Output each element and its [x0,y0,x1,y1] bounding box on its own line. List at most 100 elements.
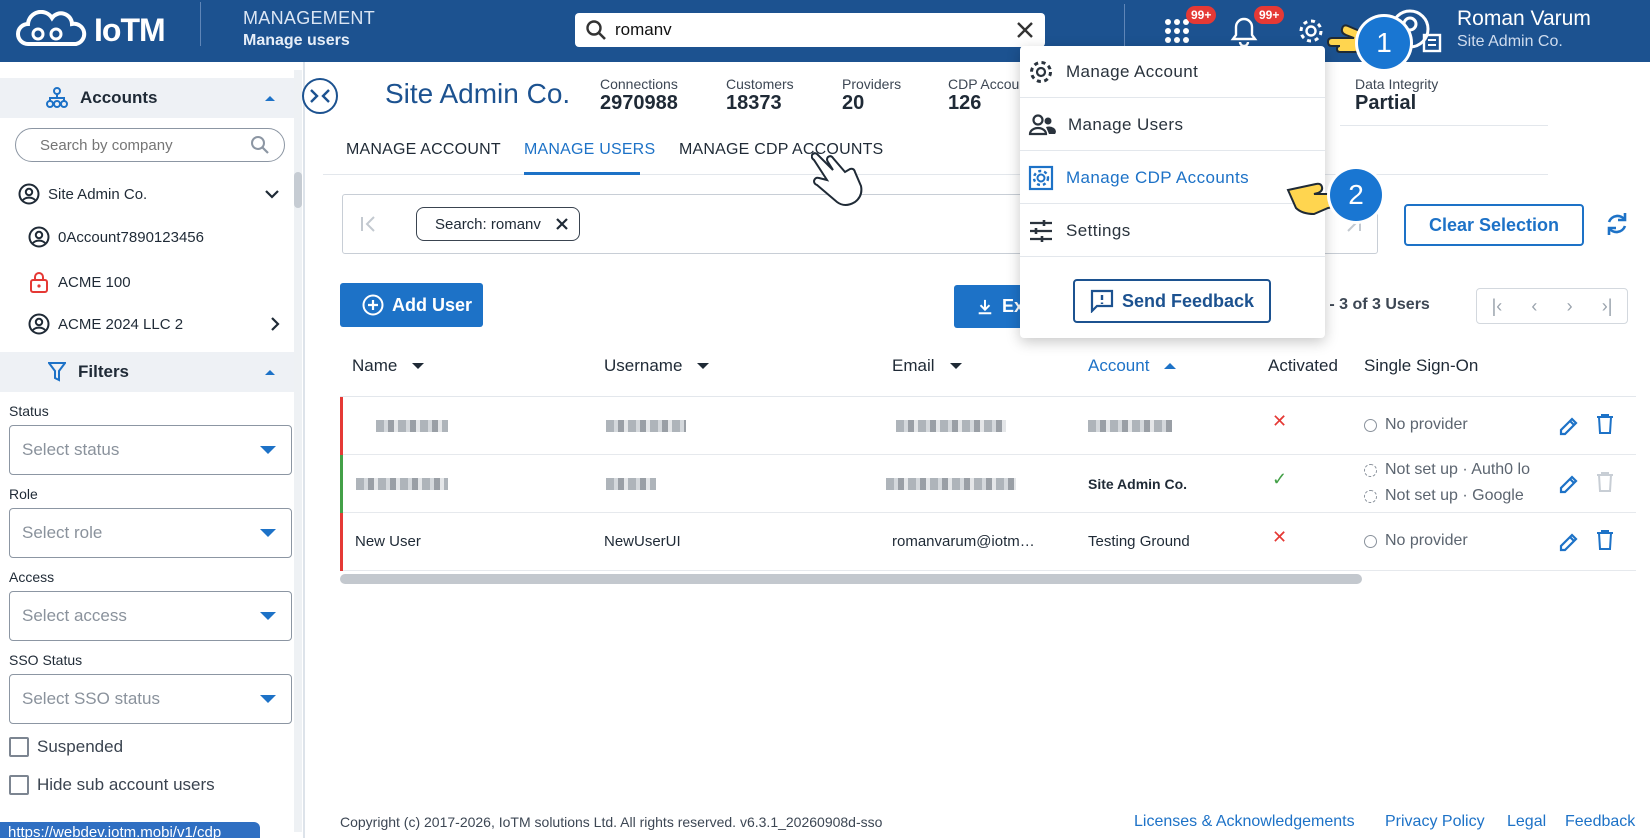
chevron-down-icon[interactable] [264,189,280,199]
feedback-link[interactable]: Feedback [1565,813,1635,831]
tab-manage-account[interactable]: MANAGE ACCOUNT [346,141,501,159]
account-label: Site Admin Co. [48,185,148,203]
collapse-up-icon [265,96,275,101]
table-row[interactable]: ✕ No provider [340,397,1636,455]
role-filter-label: Role [9,486,38,502]
menu-item-manage-cdp-accounts[interactable]: Manage CDP Accounts [1020,152,1325,204]
export-button[interactable]: Ex [954,285,1024,328]
sso-dot-icon [1364,534,1377,548]
legal-link[interactable]: Legal [1507,813,1546,831]
suspended-label: Suspended [37,737,124,756]
user-count: 1 - 3 of 3 Users [1316,296,1430,313]
last-page-icon[interactable]: ›| [1602,296,1613,317]
menu-item-manage-account[interactable]: Manage Account [1020,46,1325,98]
section-title: MANAGEMENT [243,8,376,28]
collapse-sidebar-button[interactable] [302,78,338,114]
redacted-name [376,420,448,432]
licenses-link[interactable]: Licenses & Acknowledgements [1134,813,1355,831]
company-search-input[interactable] [40,136,250,154]
add-user-button[interactable]: Add User [340,283,483,327]
global-search-input[interactable] [615,20,1015,40]
refresh-icon[interactable] [1604,210,1630,238]
role-select[interactable]: Select role [9,508,292,558]
clear-search-icon[interactable] [1015,20,1035,40]
edit-icon[interactable] [1558,415,1580,437]
menu-item-settings[interactable]: Settings [1020,205,1325,257]
tab-manage-users[interactable]: MANAGE USERS [524,141,655,159]
sliders-icon [1030,219,1052,242]
status-filter-label: Status [9,403,49,419]
column-header-account[interactable]: Account [1088,356,1177,376]
column-header-activated[interactable]: Activated [1268,356,1338,376]
global-search [575,13,1045,47]
account-label: 0Account7890123456 [58,228,204,246]
dropdown-arrow-icon [260,446,276,454]
delete-icon[interactable] [1596,413,1614,435]
table-row[interactable]: New User NewUserUI romanvarum@iotm… Test… [340,513,1636,571]
account-item[interactable]: 0Account7890123456 [28,226,204,248]
column-label: Username [604,356,683,375]
suspended-checkbox[interactable]: Suspended [9,737,123,757]
next-page-icon[interactable]: › [1567,296,1573,317]
accounts-section-header[interactable]: Accounts [0,78,296,118]
column-label: Name [352,356,398,375]
redacted-email [886,478,1016,490]
feedback-icon [1090,289,1114,313]
stat-value: 18373 [726,92,782,114]
stat-label: CDP Accou [948,76,1020,92]
row-status-bar [340,397,343,455]
chevron-right-icon[interactable] [270,316,280,332]
column-header-sso[interactable]: Single Sign-On [1364,356,1478,376]
column-header-email[interactable]: Email [892,356,963,376]
app-logo[interactable]: IoTM [14,8,166,52]
delete-icon[interactable] [1596,529,1614,551]
sort-down-icon [697,363,710,369]
sso-status: Not set up · Google [1364,487,1524,505]
account-item[interactable]: Site Admin Co. [18,183,280,205]
filters-section-header[interactable]: Filters [0,352,296,392]
stat-value: 126 [948,92,982,114]
search-filter-chip: Search: romanv [416,207,580,241]
column-header-name[interactable]: Name [352,356,425,376]
privacy-policy-link[interactable]: Privacy Policy [1385,813,1485,831]
pagination-controls: |‹ ‹ › ›| [1476,288,1628,324]
clear-selection-button[interactable]: Clear Selection [1404,204,1584,246]
checkbox-box[interactable] [9,775,29,795]
not-activated-icon: ✕ [1272,411,1288,431]
remove-chip-icon[interactable] [555,217,569,231]
sidebar-scrollbar-thumb[interactable] [294,172,302,208]
account-item[interactable]: ACME 100 [28,270,131,294]
status-select[interactable]: Select status [9,425,292,475]
row-status-bar [340,455,343,513]
edit-icon[interactable] [1558,473,1580,495]
sso-status: No provider [1364,416,1468,434]
table-row[interactable]: Site Admin Co. ✓ Not set up · Auth0 lo N… [340,455,1636,513]
send-feedback-button[interactable]: Send Feedback [1073,279,1271,323]
sso-status: No provider [1364,532,1468,550]
prev-page-icon[interactable]: ‹ [1531,296,1537,317]
checkbox-box[interactable] [9,737,29,757]
table-horizontal-scrollbar[interactable] [340,574,1362,584]
access-select[interactable]: Select access [9,591,292,641]
hide-sub-accounts-checkbox[interactable]: Hide sub account users [9,775,215,795]
menu-item-label: Settings [1066,220,1131,240]
user-name[interactable]: Roman Varum [1457,7,1591,31]
settings-dropdown-menu: Manage Account Manage Users Manage CDP A… [1020,46,1325,338]
first-page-icon[interactable]: |‹ [1492,296,1503,317]
account-item[interactable]: ACME 2024 LLC 2 [28,313,280,335]
account-label: ACME 100 [58,273,131,291]
column-header-username[interactable]: Username [604,356,710,376]
collapse-up-icon [265,370,275,375]
filters-title: Filters [78,362,130,381]
filter-funnel-icon [48,362,66,382]
first-page-icon[interactable] [358,214,378,234]
access-select-placeholder: Select access [22,606,127,625]
sso-text: Not set up · Google [1385,487,1524,504]
status-bar-url: https://webdev.iotm.mobi/v1/cdp [0,822,260,838]
add-circle-icon [362,294,384,316]
edit-icon[interactable] [1558,531,1580,553]
stat-value: 2970988 [600,92,678,114]
sso-status-select[interactable]: Select SSO status [9,674,292,724]
menu-item-manage-users[interactable]: Manage Users [1020,99,1325,151]
menu-item-label: Manage Users [1068,114,1184,134]
